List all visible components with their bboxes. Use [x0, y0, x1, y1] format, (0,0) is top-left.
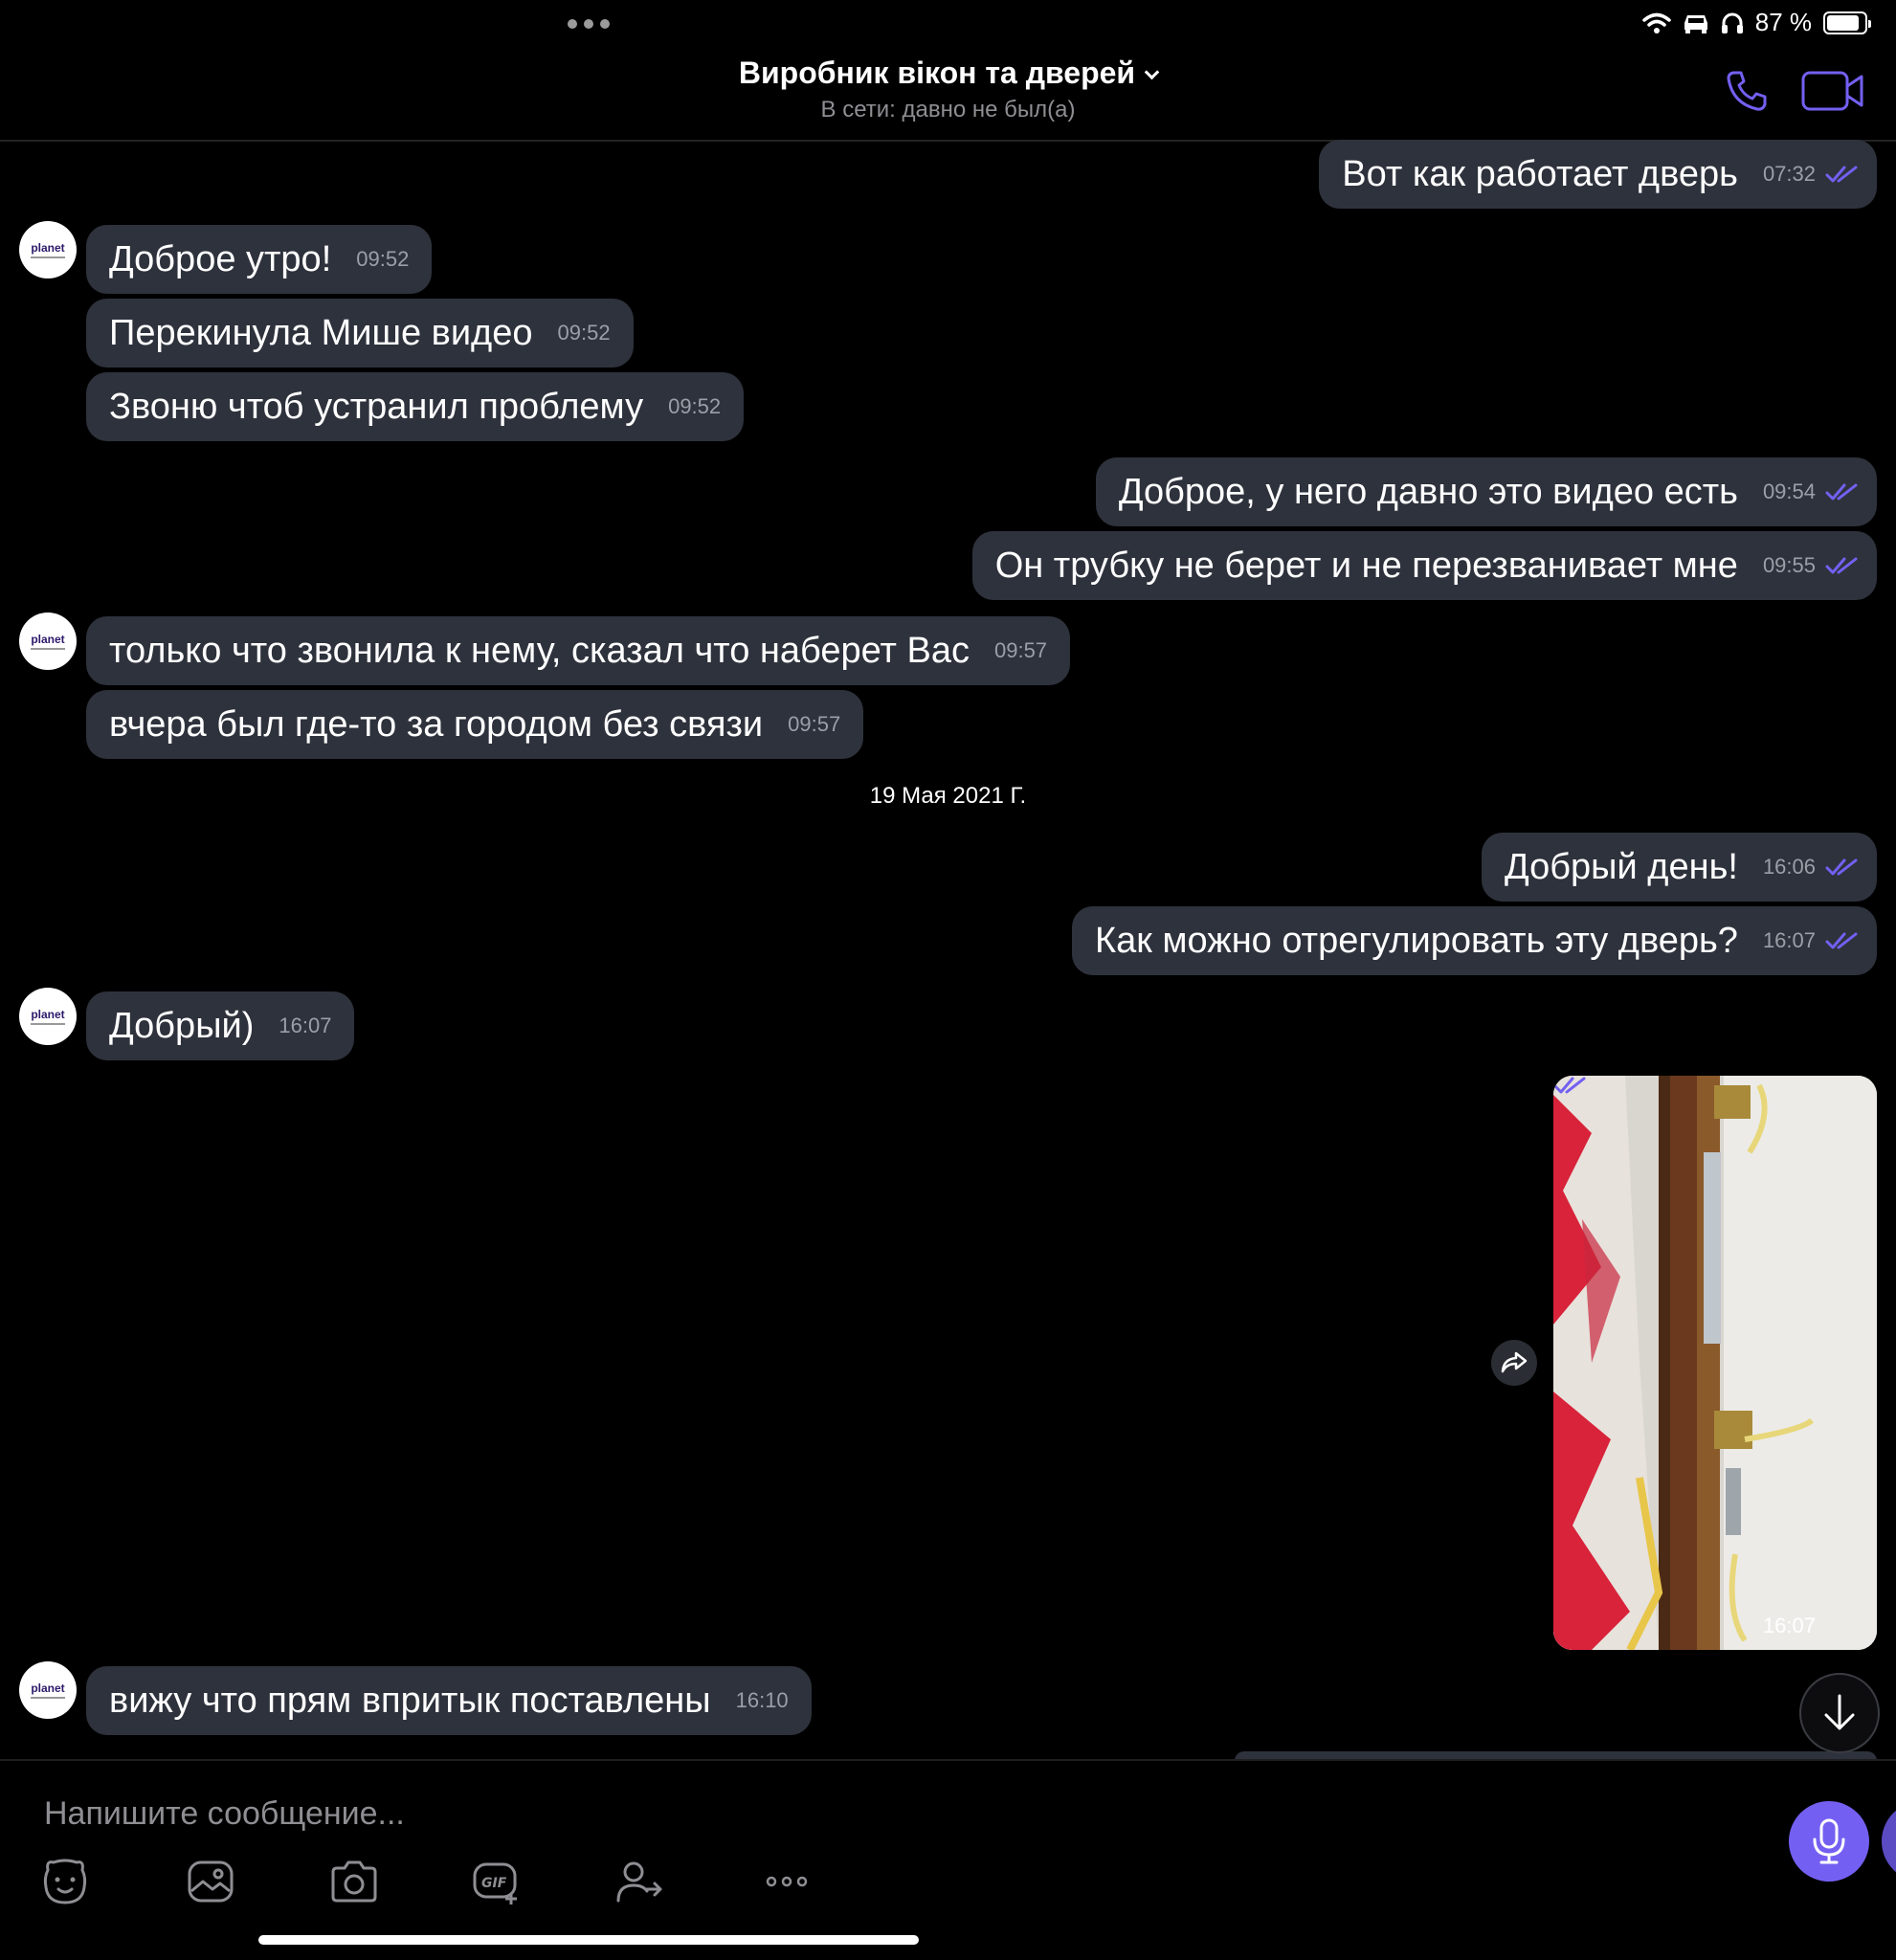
- multitasking-dots[interactable]: [568, 19, 610, 29]
- home-indicator[interactable]: [258, 1935, 919, 1945]
- gallery-icon[interactable]: [186, 1857, 235, 1906]
- composer: GIF: [0, 1759, 1896, 1960]
- status-bar: 87 %: [0, 0, 1896, 46]
- headphones-icon: [1721, 12, 1743, 33]
- message-incoming[interactable]: вчера был где-то за городом без связи 09…: [86, 690, 864, 759]
- more-icon[interactable]: [762, 1857, 812, 1906]
- battery-icon: [1823, 11, 1871, 34]
- forward-button[interactable]: [1491, 1340, 1537, 1386]
- message-input[interactable]: [44, 1795, 1288, 1833]
- chat-header: Виробник вікон та дверей В сети: давно н…: [0, 46, 1896, 142]
- message-outgoing[interactable]: Как можно отрегулировать эту дверь? 16:0…: [1071, 906, 1877, 975]
- sticker-icon[interactable]: [40, 1857, 90, 1906]
- video-time: 16:07: [1762, 1614, 1816, 1637]
- svg-text:GIF: GIF: [481, 1876, 507, 1891]
- arrow-down-icon: [1824, 1694, 1855, 1730]
- forward-icon: [1501, 1351, 1528, 1373]
- read-ticks-icon: [1825, 858, 1858, 876]
- date-separator: 19 Мая 2021 Г.: [869, 783, 1027, 809]
- read-ticks-icon: [1825, 557, 1858, 574]
- message-incoming[interactable]: Звоню чтоб устранил проблему 09:52: [86, 372, 745, 441]
- read-ticks-icon: [1825, 483, 1858, 501]
- read-ticks-icon: [1825, 932, 1858, 949]
- message-incoming[interactable]: Перекинула Мише видео 09:52: [86, 299, 634, 368]
- message-outgoing[interactable]: Он трубку не берет и не перезванивает мн…: [971, 531, 1877, 600]
- message-outgoing[interactable]: Добрый день! 16:06: [1481, 833, 1877, 902]
- message-incoming[interactable]: Доброе утро! 09:52: [86, 225, 433, 294]
- read-ticks-icon: [1825, 166, 1858, 183]
- phone-icon[interactable]: [1725, 69, 1769, 113]
- share-contact-icon[interactable]: [614, 1857, 664, 1906]
- avatar[interactable]: planet: [19, 988, 77, 1045]
- video-camera-icon[interactable]: [1801, 69, 1864, 113]
- video-message[interactable]: 16:07: [1553, 1076, 1877, 1650]
- voice-message-button[interactable]: [1789, 1801, 1869, 1882]
- video-thumbnail: [1553, 1076, 1877, 1650]
- send-button-partial[interactable]: [1882, 1801, 1896, 1882]
- gif-icon[interactable]: GIF: [471, 1857, 521, 1906]
- read-ticks-icon: [1553, 1077, 1586, 1094]
- avatar[interactable]: planet: [19, 1661, 77, 1719]
- car-icon: [1684, 14, 1707, 33]
- battery-percent: 87 %: [1754, 8, 1812, 36]
- avatar[interactable]: planet: [19, 612, 77, 670]
- message-incoming[interactable]: Добрый) 16:07: [86, 991, 355, 1060]
- avatar[interactable]: planet: [19, 221, 77, 278]
- camera-icon[interactable]: [329, 1857, 379, 1906]
- chat-title[interactable]: Виробник вікон та дверей: [0, 56, 1896, 91]
- chevron-down-icon: [1144, 64, 1160, 80]
- scroll-to-bottom-button[interactable]: [1799, 1673, 1880, 1753]
- message-incoming[interactable]: вижу что прям впритык поставлены 16:10: [86, 1666, 812, 1735]
- message-outgoing[interactable]: Вот как работает дверь 07:32: [1319, 140, 1877, 209]
- chat-status: В сети: давно не был(а): [820, 97, 1076, 122]
- microphone-icon: [1813, 1818, 1845, 1864]
- wifi-icon: [1641, 12, 1671, 33]
- message-outgoing[interactable]: Доброе, у него давно это видео есть 09:5…: [1095, 457, 1877, 526]
- message-incoming[interactable]: только что звонила к нему, сказал что на…: [86, 616, 1071, 685]
